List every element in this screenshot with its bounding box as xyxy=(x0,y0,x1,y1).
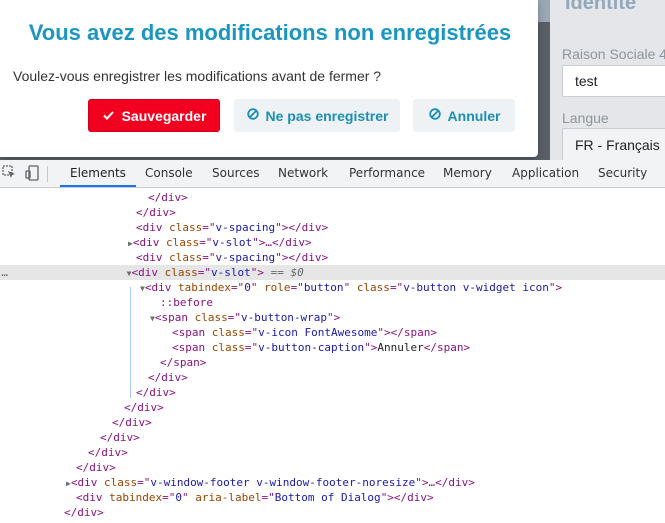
tab-memory[interactable]: Memory xyxy=(443,160,492,187)
tree-line[interactable]: ▼<span class="v-button-wrap"> xyxy=(0,310,665,325)
section-title: Identité xyxy=(565,0,637,14)
save-button-label: Sauvegarder xyxy=(121,107,207,124)
company-name-input[interactable]: test xyxy=(562,65,665,97)
tree-line[interactable]: </div> xyxy=(0,400,665,415)
tab-sources[interactable]: Sources xyxy=(212,160,259,187)
tree-line[interactable]: </div> xyxy=(0,415,665,430)
tree-line[interactable]: <div tabindex="0" aria-label="Bottom of … xyxy=(0,490,665,505)
tree-line[interactable]: </div> xyxy=(0,445,665,460)
tree-line[interactable]: ▼<div tabindex="0" role="button" class="… xyxy=(0,280,665,295)
cancel-button[interactable]: Annuler xyxy=(413,99,515,132)
tree-line[interactable]: ▶<div class="v-slot">…</div> xyxy=(0,235,665,250)
ban-icon xyxy=(246,108,260,123)
tree-line[interactable]: </span> xyxy=(0,355,665,370)
tree-line[interactable]: </div> xyxy=(0,190,665,205)
dont-save-button-label: Ne pas enregistrer xyxy=(265,107,389,124)
device-toolbar-icon[interactable] xyxy=(25,165,39,183)
tab-performance[interactable]: Performance xyxy=(349,160,425,187)
dialog-message: Voulez-vous enregistrer les modification… xyxy=(13,68,382,84)
tree-indent-guide xyxy=(130,287,131,398)
tree-line[interactable]: <div class="v-spacing"></div> xyxy=(0,250,665,265)
language-label: Langue xyxy=(562,110,609,126)
tree-line[interactable]: <span class="v-button-caption">Annuler</… xyxy=(0,340,665,355)
dialog-title: Vous avez des modifications non enregist… xyxy=(28,20,512,45)
tree-line[interactable]: <div class="v-spacing"></div> xyxy=(0,220,665,235)
elements-tree: </div> </div> <div class="v-spacing"></d… xyxy=(0,188,665,523)
toolbar-divider xyxy=(47,166,48,182)
inspect-element-icon[interactable] xyxy=(2,165,16,183)
tab-network[interactable]: Network xyxy=(278,160,328,187)
language-select[interactable]: FR - Français xyxy=(562,128,665,160)
unsaved-changes-dialog: Vous avez des modifications non enregist… xyxy=(0,0,538,157)
tab-console[interactable]: Console xyxy=(145,160,193,187)
devtools-tab-bar: Elements Console Sources Network Perform… xyxy=(0,160,665,188)
tree-line[interactable]: </div> xyxy=(0,460,665,475)
ban-icon xyxy=(428,108,442,123)
tree-line[interactable]: </div> xyxy=(0,370,665,385)
company-name-label: Raison Sociale 4 xyxy=(562,46,665,62)
tree-line[interactable]: ::before xyxy=(0,295,665,310)
tree-line[interactable]: ▶<div class="v-window-footer v-window-fo… xyxy=(0,475,665,490)
tab-elements[interactable]: Elements xyxy=(60,160,136,187)
cancel-button-label: Annuler xyxy=(447,107,501,124)
tab-security[interactable]: Security xyxy=(598,160,647,187)
tree-line[interactable]: </div> xyxy=(0,430,665,445)
check-icon xyxy=(102,108,116,123)
tree-line[interactable]: </div> xyxy=(0,385,665,400)
save-button[interactable]: Sauvegarder xyxy=(88,99,220,132)
tree-line[interactable]: </div> xyxy=(0,205,665,220)
tree-line[interactable]: </div> xyxy=(0,505,665,520)
tab-application[interactable]: Application xyxy=(512,160,579,187)
dont-save-button[interactable]: Ne pas enregistrer xyxy=(234,99,400,132)
tree-line[interactable]: <span class="v-icon FontAwesome"></span> xyxy=(0,325,665,340)
tree-line-selected[interactable]: … ▼<div class="v-slot"> == $0 xyxy=(0,265,665,280)
